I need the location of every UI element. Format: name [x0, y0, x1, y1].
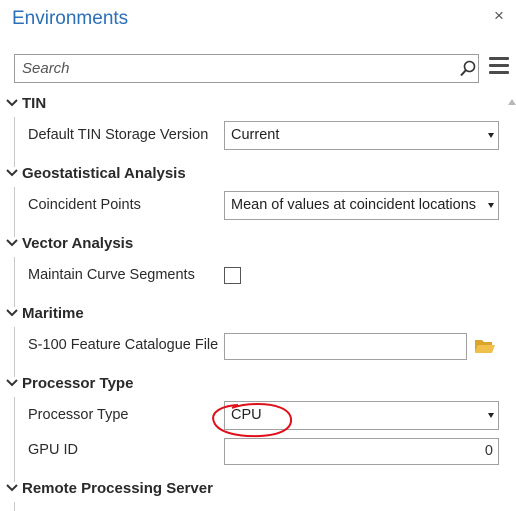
- param-label-default-tin-storage-version: Default TIN Storage Version: [28, 127, 209, 143]
- hamburger-menu-icon[interactable]: [489, 57, 509, 79]
- select-value: CPU: [231, 407, 262, 423]
- gpu-id-value: 0: [484, 443, 493, 459]
- search-input[interactable]: [15, 55, 462, 82]
- param-label-s100-feature-catalogue-file: S-100 Feature Catalogue File: [28, 337, 219, 353]
- chevron-down-icon[interactable]: [6, 98, 18, 108]
- section-guide-line: [14, 187, 15, 237]
- coincident-points-select[interactable]: Mean of values at coincident locations: [224, 191, 499, 220]
- param-label-maintain-curve-segments: Maintain Curve Segments: [28, 267, 195, 283]
- param-label-coincident-points: Coincident Points: [28, 197, 141, 213]
- dropdown-arrow-icon: [488, 133, 494, 138]
- section-guide-line: [14, 327, 15, 377]
- close-icon[interactable]: ×: [494, 6, 504, 26]
- folder-icon[interactable]: [474, 337, 496, 355]
- vertical-scrollbar[interactable]: [508, 93, 516, 511]
- section-guide-line: [14, 257, 15, 307]
- pane-title: Environments: [12, 8, 129, 29]
- chevron-down-icon[interactable]: [6, 168, 18, 178]
- section-title: Processor Type: [22, 375, 134, 392]
- section-guide-line: [14, 502, 15, 511]
- gpu-id-input[interactable]: 0: [224, 438, 499, 465]
- search-icon[interactable]: [459, 60, 477, 78]
- chevron-down-icon[interactable]: [6, 308, 18, 318]
- chevron-down-icon[interactable]: [6, 378, 18, 388]
- dropdown-arrow-icon: [488, 413, 494, 418]
- param-label-gpu-id: GPU ID: [28, 442, 78, 458]
- s100-feature-catalogue-file-input[interactable]: [224, 333, 467, 360]
- processor-type-select[interactable]: CPU: [224, 401, 499, 430]
- select-value: Mean of values at coincident locations: [231, 197, 477, 213]
- scroll-up-arrow-icon[interactable]: [508, 99, 516, 105]
- section-title: TIN: [22, 95, 47, 112]
- maintain-curve-segments-checkbox[interactable]: [224, 267, 241, 284]
- dropdown-arrow-icon: [488, 203, 494, 208]
- section-title: Geostatistical Analysis: [22, 165, 186, 182]
- environments-list[interactable]: TIN Default TIN Storage Version Current …: [0, 93, 516, 511]
- param-label-processor-type: Processor Type: [28, 407, 129, 423]
- section-title: Vector Analysis: [22, 235, 134, 252]
- chevron-down-icon[interactable]: [6, 238, 18, 248]
- select-value: Current: [231, 127, 280, 143]
- section-title: Remote Processing Server: [22, 480, 213, 497]
- chevron-down-icon[interactable]: [6, 483, 18, 493]
- section-guide-line: [14, 117, 15, 167]
- section-guide-line: [14, 397, 15, 482]
- section-title: Maritime: [22, 305, 84, 322]
- search-field[interactable]: [14, 54, 479, 83]
- default-tin-storage-version-select[interactable]: Current: [224, 121, 499, 150]
